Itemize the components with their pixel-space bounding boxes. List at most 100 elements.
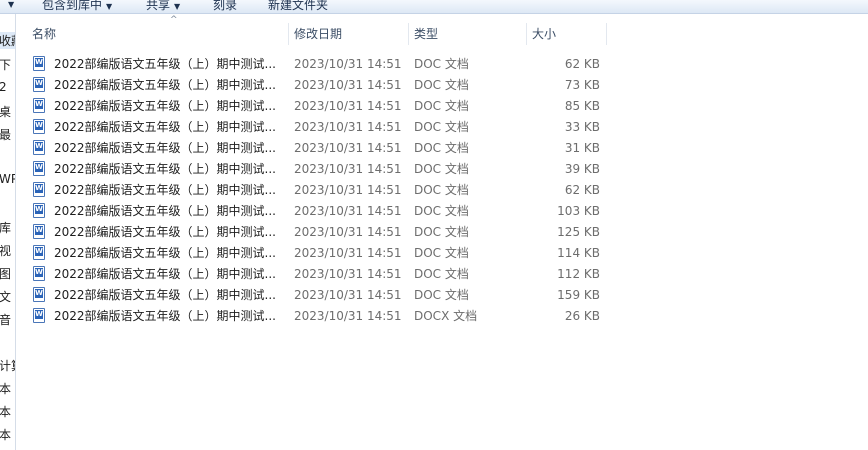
- file-size: 73 KB: [564, 78, 600, 92]
- file-name: 2022部编版语文五年级（上）期中测试...: [54, 183, 276, 197]
- file-modified-date: 2023/10/31 14:51: [294, 99, 402, 113]
- file-row[interactable]: 2022部编版语文五年级（上）期中测试... 2023/10/31 14:51 DO…: [16, 180, 600, 201]
- file-type: DOC 文档: [414, 288, 469, 302]
- file-modified-date: 2023/10/31 14:51: [294, 288, 402, 302]
- file-type: DOC 文档: [414, 162, 469, 176]
- nav-item[interactable]: 最: [0, 126, 11, 143]
- file-type: DOC 文档: [414, 246, 469, 260]
- file-modified-date: 2023/10/31 14:51: [294, 57, 402, 71]
- file-row[interactable]: 2022部编版语文五年级（上）期中测试... 2023/10/31 14:51 DO…: [16, 285, 600, 306]
- file-modified-date: 2023/10/31 14:51: [294, 141, 402, 155]
- file-size: 39 KB: [564, 162, 600, 176]
- nav-item[interactable]: 本: [0, 426, 11, 443]
- word-document-icon: [33, 182, 45, 197]
- file-modified-date: 2023/10/31 14:51: [294, 120, 402, 134]
- chevron-down-icon: ▼: [106, 2, 113, 11]
- file-size: 33 KB: [564, 120, 600, 134]
- file-name: 2022部编版语文五年级（上）期中测试...: [54, 267, 276, 281]
- file-modified-date: 2023/10/31 14:51: [294, 183, 402, 197]
- file-row[interactable]: 2022部编版语文五年级（上）期中测试... 2023/10/31 14:51 DO…: [16, 306, 600, 327]
- nav-item-libraries[interactable]: 库: [0, 219, 11, 236]
- file-row[interactable]: 2022部编版语文五年级（上）期中测试... 2023/10/31 14:51 DO…: [16, 159, 600, 180]
- file-row[interactable]: 2022部编版语文五年级（上）期中测试... 2023/10/31 14:51 DO…: [16, 201, 600, 222]
- nav-item[interactable]: 桌: [0, 103, 11, 120]
- file-size: 26 KB: [564, 309, 600, 323]
- file-size: 31 KB: [564, 141, 600, 155]
- word-document-icon: [33, 140, 45, 155]
- file-row[interactable]: 2022部编版语文五年级（上）期中测试... 2023/10/31 14:51 DO…: [16, 222, 600, 243]
- file-name: 2022部编版语文五年级（上）期中测试...: [54, 225, 276, 239]
- file-name: 2022部编版语文五年级（上）期中测试...: [54, 78, 276, 92]
- nav-item[interactable]: 本: [0, 380, 11, 397]
- nav-item[interactable]: 音: [0, 311, 11, 328]
- file-type: DOC 文档: [414, 204, 469, 218]
- file-name: 2022部编版语文五年级（上）期中测试...: [54, 120, 276, 134]
- word-document-icon: [33, 77, 45, 92]
- file-type: DOC 文档: [414, 141, 469, 155]
- file-row[interactable]: 2022部编版语文五年级（上）期中测试... 2023/10/31 14:51 DO…: [16, 264, 600, 285]
- file-modified-date: 2023/10/31 14:51: [294, 309, 402, 323]
- toolbar-include-in-library-button[interactable]: 包含到库中 ▼: [42, 0, 112, 13]
- nav-item[interactable]: 2: [0, 80, 7, 94]
- file-modified-date: 2023/10/31 14:51: [294, 246, 402, 260]
- file-type: DOC 文档: [414, 267, 469, 281]
- file-row[interactable]: 2022部编版语文五年级（上）期中测试... 2023/10/31 14:51 DO…: [16, 96, 600, 117]
- column-divider[interactable]: [606, 23, 607, 45]
- nav-item[interactable]: WP: [0, 172, 15, 186]
- file-type: DOC 文档: [414, 99, 469, 113]
- file-size: 114 KB: [557, 246, 600, 260]
- file-row[interactable]: 2022部编版语文五年级（上）期中测试... 2023/10/31 14:51 DO…: [16, 138, 600, 159]
- nav-item-favorites[interactable]: 收藏: [0, 32, 15, 49]
- file-name: 2022部编版语文五年级（上）期中测试...: [54, 57, 276, 71]
- file-modified-date: 2023/10/31 14:51: [294, 225, 402, 239]
- file-size: 85 KB: [564, 99, 600, 113]
- word-document-icon: [33, 266, 45, 281]
- file-size: 112 KB: [557, 267, 600, 281]
- column-header-name[interactable]: 名称: [26, 21, 288, 47]
- word-document-icon: [33, 161, 45, 176]
- nav-item[interactable]: 下: [0, 56, 11, 73]
- nav-item[interactable]: 视: [0, 242, 11, 259]
- word-document-icon: [33, 56, 45, 71]
- file-modified-date: 2023/10/31 14:51: [294, 78, 402, 92]
- toolbar-burn-button[interactable]: 刻录: [213, 0, 237, 13]
- word-document-icon: [33, 119, 45, 134]
- command-toolbar: ▼ 包含到库中 ▼ 共享 ▼ 刻录 新建文件夹: [0, 0, 868, 14]
- nav-item[interactable]: 本: [0, 403, 11, 420]
- file-row[interactable]: 2022部编版语文五年级（上）期中测试... 2023/10/31 14:51 DO…: [16, 117, 600, 138]
- file-name: 2022部编版语文五年级（上）期中测试...: [54, 141, 276, 155]
- file-name: 2022部编版语文五年级（上）期中测试...: [54, 309, 276, 323]
- file-type: DOC 文档: [414, 78, 469, 92]
- nav-item[interactable]: 图: [0, 265, 11, 282]
- file-name: 2022部编版语文五年级（上）期中测试...: [54, 162, 276, 176]
- nav-item[interactable]: 文: [0, 288, 11, 305]
- navigation-pane: 收藏 下 2 桌 最 WP 库 视 图 文 音 计算 本 本 本: [0, 14, 16, 450]
- file-type: DOC 文档: [414, 57, 469, 71]
- word-document-icon: [33, 245, 45, 260]
- word-document-icon: [33, 98, 45, 113]
- file-type: DOC 文档: [414, 225, 469, 239]
- toolbar-new-folder-button[interactable]: 新建文件夹: [268, 0, 328, 13]
- toolbar-organize-button[interactable]: ▼: [4, 0, 14, 10]
- file-name: 2022部编版语文五年级（上）期中测试...: [54, 204, 276, 218]
- file-name: 2022部编版语文五年级（上）期中测试...: [54, 99, 276, 113]
- column-header-date[interactable]: 修改日期: [288, 21, 408, 47]
- file-row[interactable]: 2022部编版语文五年级（上）期中测试... 2023/10/31 14:51 DO…: [16, 54, 600, 75]
- word-document-icon: [33, 308, 45, 323]
- file-row[interactable]: 2022部编版语文五年级（上）期中测试... 2023/10/31 14:51 DO…: [16, 243, 600, 264]
- file-name: 2022部编版语文五年级（上）期中测试...: [54, 246, 276, 260]
- file-modified-date: 2023/10/31 14:51: [294, 204, 402, 218]
- chevron-down-icon: ▼: [8, 0, 15, 9]
- file-type: DOCX 文档: [414, 309, 478, 323]
- chevron-down-icon: ▼: [174, 2, 181, 11]
- nav-item-computer[interactable]: 计算: [0, 357, 15, 374]
- column-header-size[interactable]: 大小: [526, 21, 606, 47]
- word-document-icon: [33, 224, 45, 239]
- toolbar-share-button[interactable]: 共享 ▼: [146, 0, 180, 13]
- file-type: DOC 文档: [414, 120, 469, 134]
- file-size: 62 KB: [564, 183, 600, 197]
- file-row[interactable]: 2022部编版语文五年级（上）期中测试... 2023/10/31 14:51 DO…: [16, 75, 600, 96]
- file-size: 159 KB: [557, 288, 600, 302]
- column-header-type[interactable]: 类型: [408, 21, 526, 47]
- file-name: 2022部编版语文五年级（上）期中测试...: [54, 288, 276, 302]
